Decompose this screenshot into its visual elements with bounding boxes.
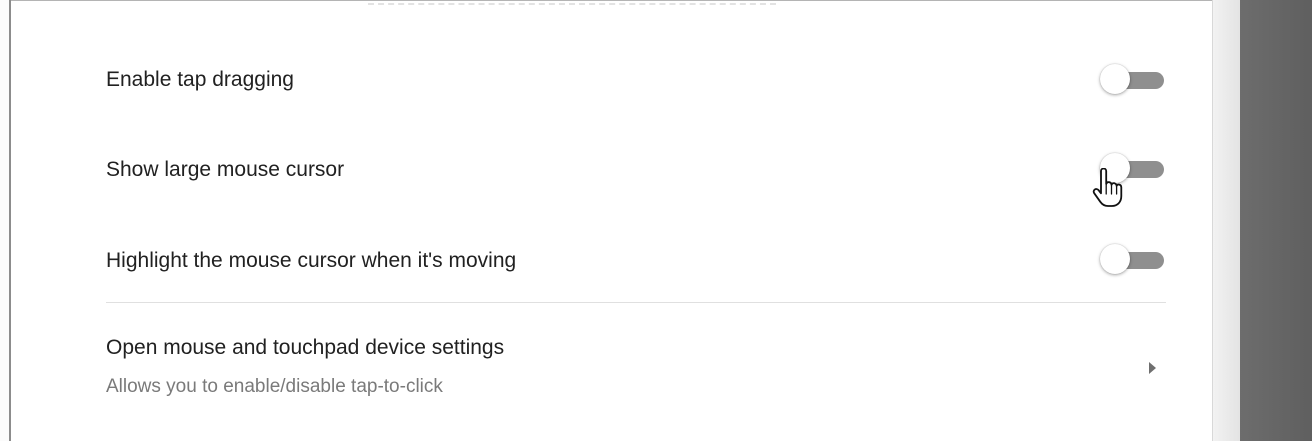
toggle-knob bbox=[1100, 153, 1130, 183]
large-cursor-toggle[interactable] bbox=[1098, 152, 1168, 186]
setting-row-large-cursor: Show large mouse cursor bbox=[106, 150, 1166, 198]
setting-label-tap-dragging: Enable tap dragging bbox=[106, 68, 294, 91]
setting-row-highlight-cursor: Highlight the mouse cursor when it's mov… bbox=[106, 240, 1166, 288]
window-left-edge bbox=[0, 0, 11, 441]
background-overlay bbox=[1240, 0, 1312, 441]
highlight-cursor-toggle[interactable] bbox=[1098, 243, 1168, 277]
toggle-knob bbox=[1100, 64, 1130, 94]
toggle-knob bbox=[1100, 244, 1130, 274]
section-divider bbox=[106, 302, 1166, 303]
setting-label-highlight-cursor: Highlight the mouse cursor when it's mov… bbox=[106, 249, 517, 272]
tap-dragging-toggle[interactable] bbox=[1098, 63, 1168, 97]
device-settings-title: Open mouse and touchpad device settings bbox=[106, 336, 505, 359]
scrollbar-gutter[interactable] bbox=[1212, 0, 1241, 441]
setting-row-tap-dragging: Enable tap dragging bbox=[106, 58, 1166, 106]
open-device-settings-link[interactable]: Open mouse and touchpad device settings … bbox=[106, 336, 1166, 410]
chevron-right-icon bbox=[1149, 362, 1156, 374]
setting-label-large-cursor: Show large mouse cursor bbox=[106, 158, 345, 181]
device-settings-subtitle: Allows you to enable/disable tap-to-clic… bbox=[106, 376, 443, 397]
